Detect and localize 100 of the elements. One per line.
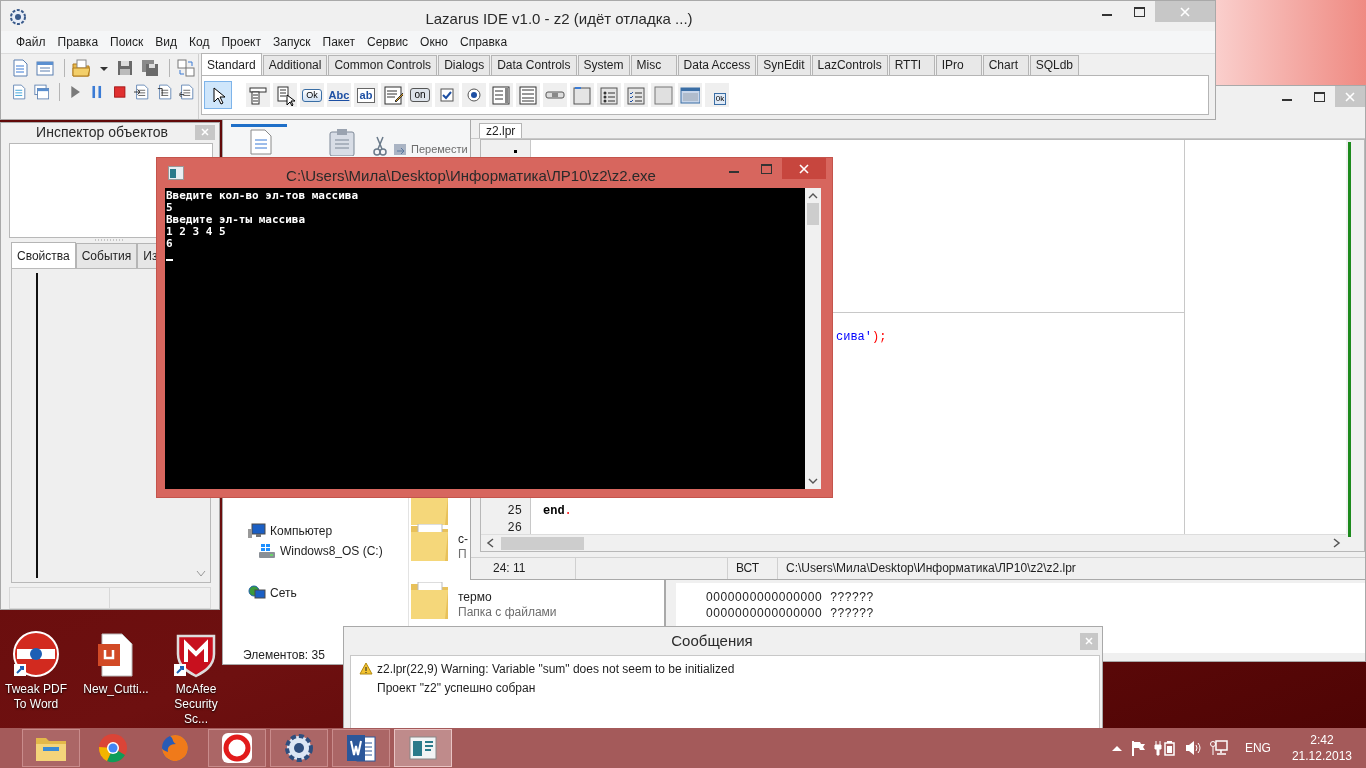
scroll-thumb[interactable] [807,203,819,225]
scroll-down-icon[interactable] [808,477,818,485]
menu-item[interactable]: Сервис [361,33,415,51]
speaker-icon[interactable] [1184,740,1201,756]
menu-item[interactable]: Вид [149,33,184,51]
palette-tab[interactable]: IPro [935,55,982,75]
message-text[interactable]: Проект "z2" успешно собран [377,678,536,697]
menu-item[interactable]: Справка [454,33,514,51]
scissors-icon[interactable] [373,136,387,156]
desktop-icon-label[interactable]: New_Cutti... [81,682,151,697]
dot-list-icon [599,84,619,106]
flag-icon[interactable] [1130,740,1145,756]
step-into-icon[interactable] [134,83,150,101]
new-unit-icon[interactable] [11,59,29,77]
open-icon[interactable] [72,59,90,77]
network-icon[interactable] [1209,740,1228,756]
step-over-icon[interactable] [156,83,173,101]
palette-tab[interactable]: SQLdb [1029,55,1079,75]
save-all-icon[interactable] [141,59,159,77]
list-icon [491,84,511,106]
component-button[interactable]: Abc [327,83,351,107]
ribbon-tab-underline [231,124,287,127]
component-button[interactable] [246,83,270,107]
clock[interactable]: 2:42 21.12.2013 [1291,732,1352,764]
group-frame-icon [572,84,592,106]
close-icon [201,128,209,136]
palette-tab[interactable]: Misc [630,55,677,75]
splitter-grip[interactable] [95,238,125,242]
vertical-scrollbar[interactable] [1346,140,1364,551]
component-button[interactable] [597,83,621,107]
palette-tab[interactable]: Common Controls [328,55,438,75]
taskbar-app-button[interactable] [394,729,452,767]
component-button[interactable] [273,83,297,107]
inspector-tab[interactable]: Свойства [11,242,76,268]
menu-item[interactable]: Окно [414,33,454,51]
scroll-up-icon[interactable] [808,192,818,200]
language-indicator[interactable]: ENG [1244,739,1271,757]
palette-tab[interactable]: Additional [262,55,328,75]
menu-item[interactable]: Файл [10,33,52,51]
horizontal-scrollbar[interactable] [481,534,1346,551]
menu-item[interactable]: Запуск [267,33,317,51]
palette-tab[interactable]: SynEdit [757,55,811,75]
menu-item[interactable]: Проект [215,33,267,51]
taskbar-app-button[interactable] [208,729,266,767]
inspector-tab[interactable]: События [75,243,138,268]
new-form-icon[interactable] [36,59,54,77]
nav-item[interactable]: Сеть [248,583,408,603]
palette-tab[interactable]: Chart [982,55,1029,75]
editor-tab[interactable]: z2.lpr [479,123,523,138]
app-gear-icon [9,8,27,26]
view-forms-icon[interactable] [33,83,50,101]
toggle-form-unit-icon[interactable] [177,59,195,77]
menu-item[interactable]: Правка [51,33,105,51]
stop-icon[interactable] [111,83,128,101]
close-button[interactable] [782,158,826,179]
component-button[interactable]: Ok [300,83,324,107]
palette-tab[interactable]: System [577,55,630,75]
nav-item[interactable]: Компьютер [248,521,408,541]
close-icon [798,162,810,175]
folder-name[interactable]: с- [458,532,468,547]
palette-tab[interactable]: RTTI [888,55,935,75]
palette-tab[interactable]: Standard [201,53,262,75]
maximize-icon[interactable] [1313,91,1325,102]
clipboard-icon[interactable] [327,128,357,156]
save-icon[interactable] [116,59,134,77]
window-title: Сообщения [670,630,754,651]
menu-item[interactable]: Пакет [316,33,361,51]
component-button[interactable] [435,83,459,107]
message-text[interactable]: z2.lpr(22,9) Warning: Variable "sum" does not seem to be initialized [377,659,735,678]
move-button[interactable]: Перемести [393,141,468,158]
taskbar-app-button[interactable] [270,729,328,767]
show-hidden-icons-caret[interactable] [1111,745,1122,751]
component-button[interactable] [204,81,232,109]
component-button[interactable]: on [408,83,432,107]
component-button[interactable]: ab [354,83,378,107]
folder-type: П [458,547,468,562]
item-count: Элементов: 35 [243,647,325,664]
nav-item[interactable]: Windows8_OS (C:) [258,541,408,561]
maximize-icon[interactable] [1133,6,1145,17]
scroll-thumb[interactable] [501,536,584,550]
folder-name[interactable]: термо [458,590,557,605]
console-line: 6 [166,238,174,250]
view-units-icon[interactable] [11,83,27,101]
component-button[interactable] [462,83,486,107]
desktop-icon-label[interactable]: Tweak PDF To Word [1,682,71,712]
console-line: Введите кол-во эл-тов массива [166,190,360,202]
menu-item[interactable]: Код [183,33,216,51]
taskbar-app-button[interactable] [22,729,80,767]
palette-tab[interactable]: Dialogs [438,55,491,75]
desktop-icon-label[interactable]: McAfee Security Sc... [161,682,231,727]
taskbar-app-button[interactable] [332,729,390,767]
menu-item[interactable]: Поиск [104,33,150,51]
vertical-scrollbar[interactable] [805,188,821,489]
component-button[interactable] [381,83,405,107]
step-out-icon[interactable] [179,83,195,101]
palette-tab[interactable]: LazControls [811,55,888,75]
palette-tab[interactable]: Data Access [677,55,757,75]
component-button[interactable]: 0k [705,83,729,107]
battery-plug-icon[interactable] [1153,740,1176,756]
palette-tab[interactable]: Data Controls [491,55,577,75]
